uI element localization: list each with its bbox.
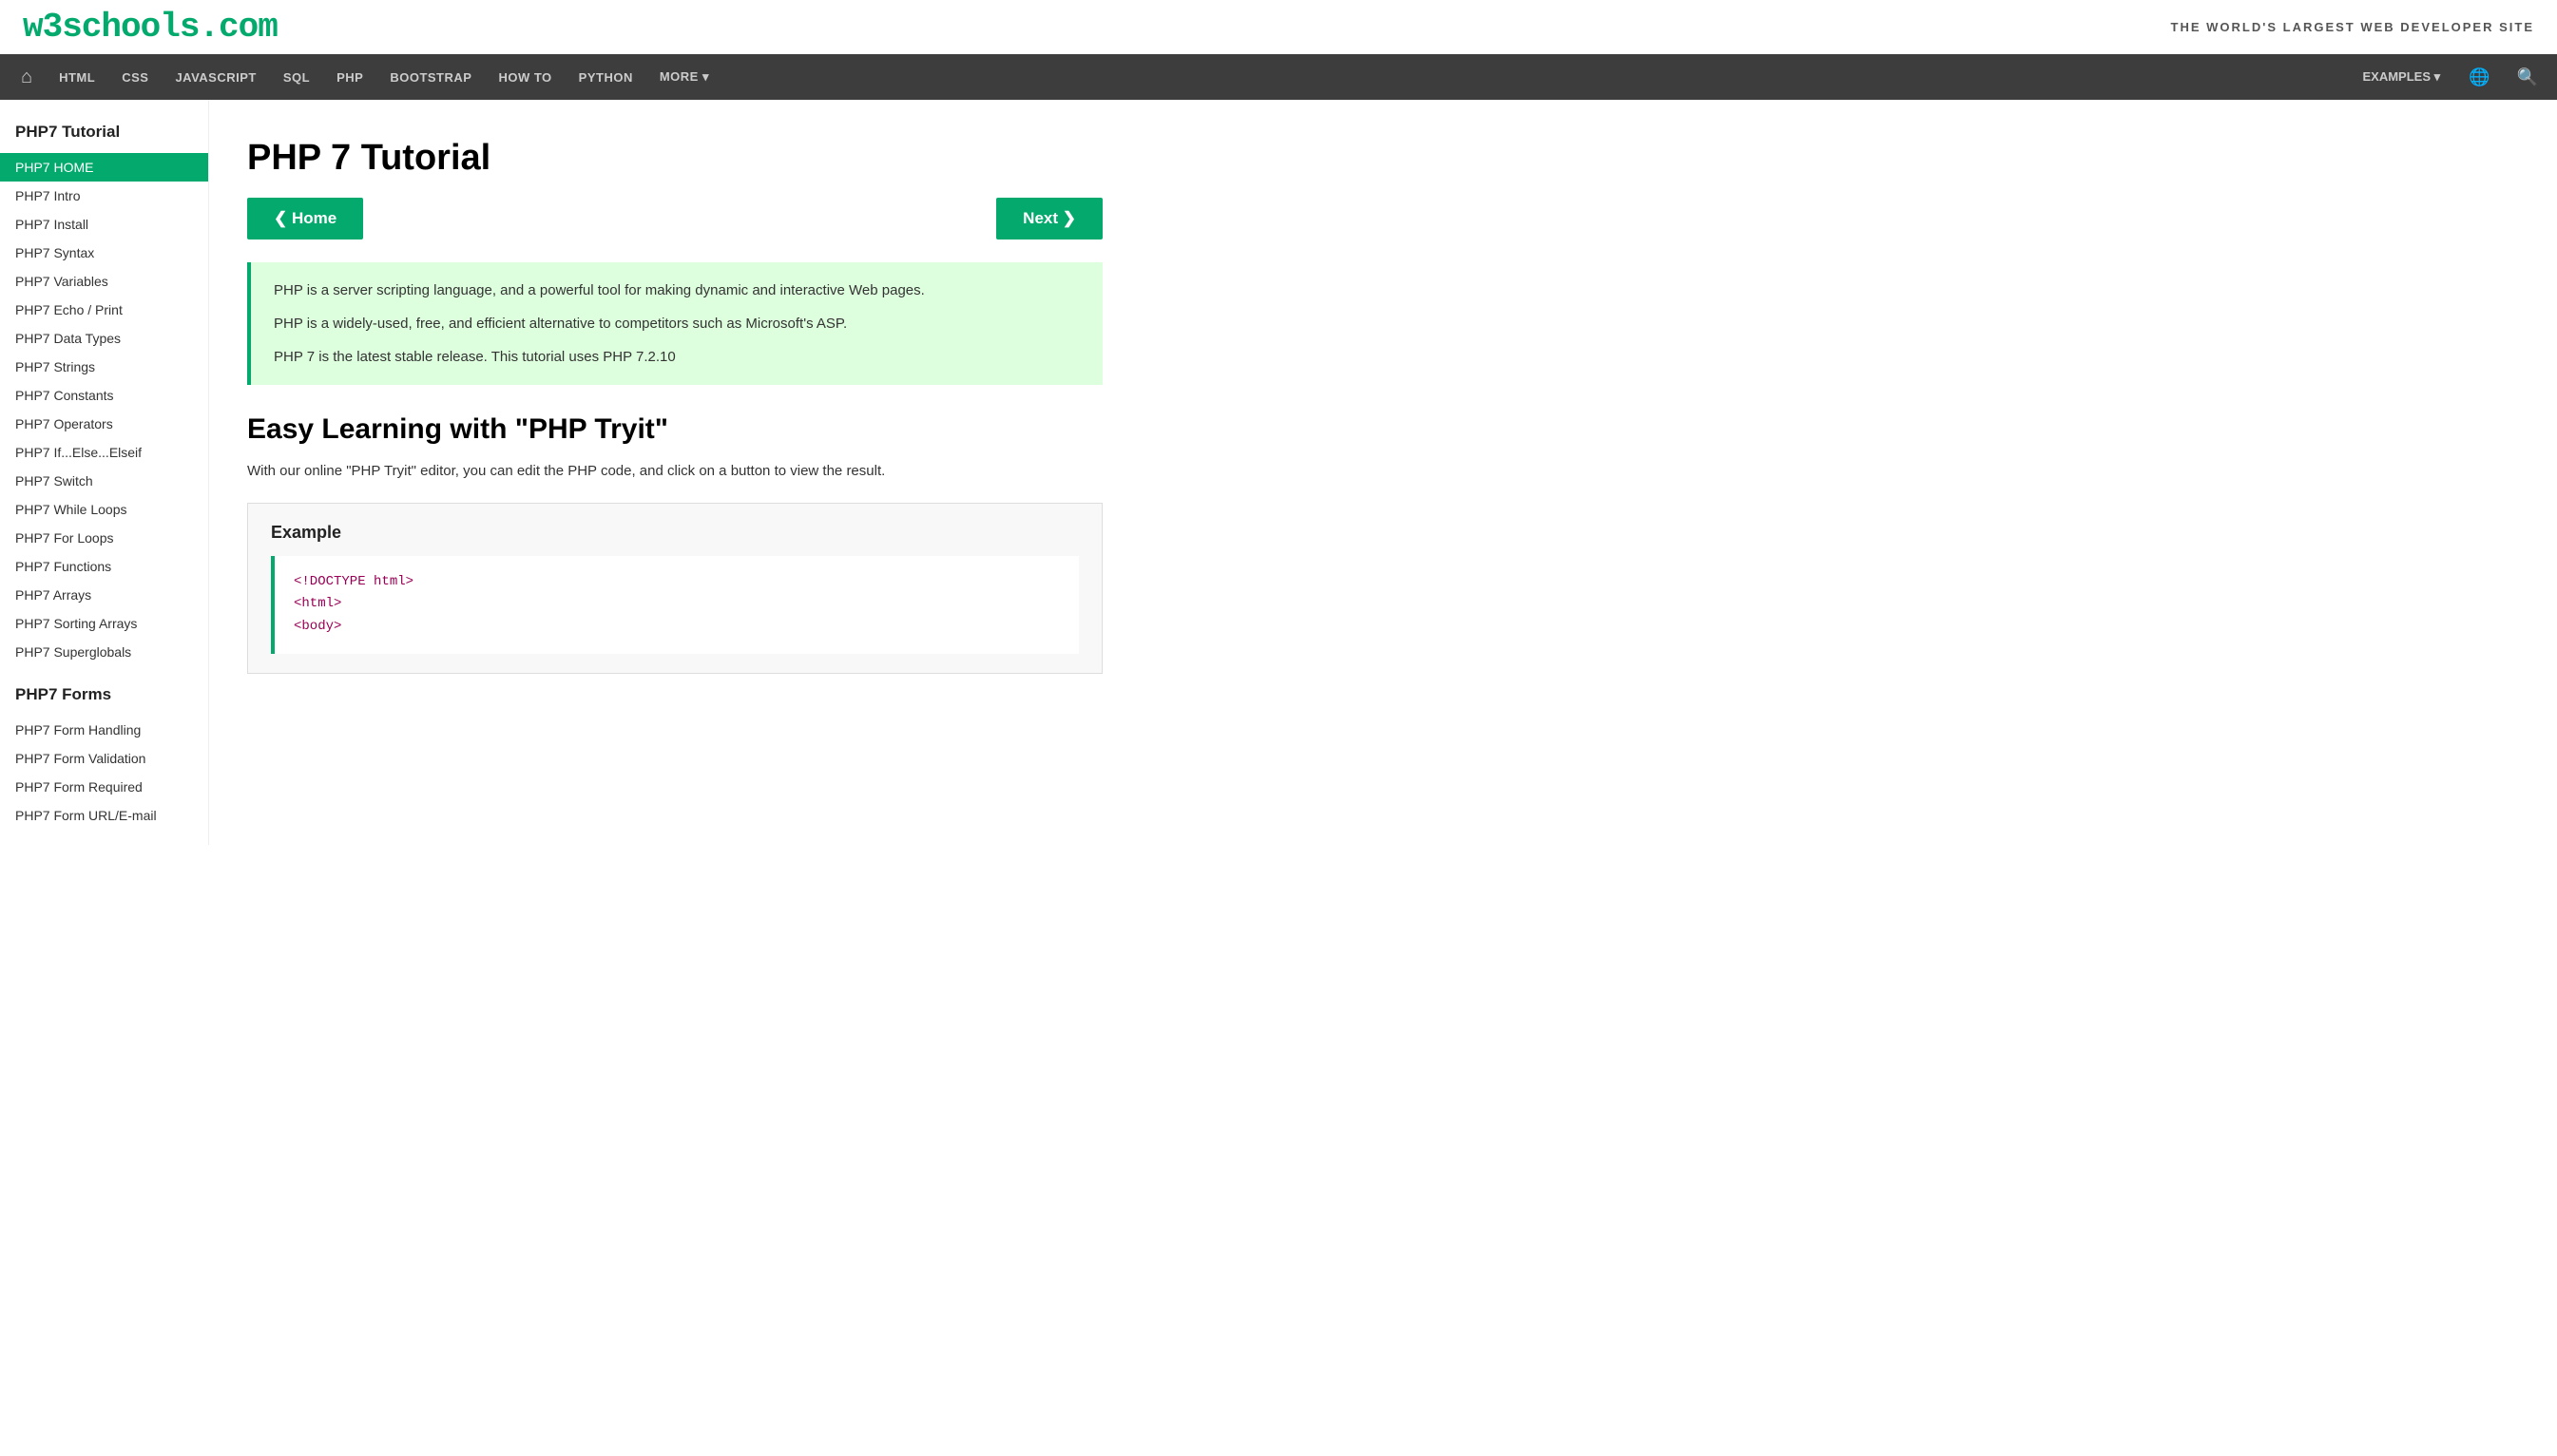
code-block: <!DOCTYPE html> <html> <body> [271, 556, 1079, 654]
nav-item-more[interactable]: MORE ▾ [646, 54, 722, 100]
globe-icon[interactable]: 🌐 [2457, 67, 2501, 87]
sidebar-item-php7datatypes[interactable]: PHP7 Data Types [0, 324, 208, 353]
sidebar-item-php7forloops[interactable]: PHP7 For Loops [0, 524, 208, 552]
main-content: PHP 7 Tutorial ❮ Home Next ❯ PHP is a se… [209, 100, 1141, 845]
sidebar-item-php7arrays[interactable]: PHP7 Arrays [0, 581, 208, 609]
sidebar-item-php7home[interactable]: PHP7 HOME [0, 153, 208, 182]
nav-item-javascript[interactable]: JAVASCRIPT [162, 54, 269, 100]
nav-bar: ⌂ HTML CSS JAVASCRIPT SQL PHP BOOTSTRAP … [0, 54, 2557, 100]
nav-item-bootstrap[interactable]: BOOTSTRAP [376, 54, 485, 100]
nav-item-python[interactable]: PYTHON [566, 54, 646, 100]
page-title: PHP 7 Tutorial [247, 138, 1103, 179]
nav-home-icon[interactable]: ⌂ [8, 67, 46, 88]
sidebar-section-php7forms: PHP7 Forms [0, 678, 208, 716]
search-icon[interactable]: 🔍 [2506, 67, 2549, 87]
sidebar-item-php7syntax[interactable]: PHP7 Syntax [0, 239, 208, 267]
nav-item-sql[interactable]: SQL [270, 54, 323, 100]
sidebar-item-php7constants[interactable]: PHP7 Constants [0, 381, 208, 410]
sidebar-item-php7superglobals[interactable]: PHP7 Superglobals [0, 638, 208, 666]
section-heading: Easy Learning with "PHP Tryit" [247, 413, 1103, 446]
sidebar-item-php7install[interactable]: PHP7 Install [0, 210, 208, 239]
sidebar-section-php7-tutorial: PHP7 Tutorial [0, 115, 208, 153]
sidebar-item-php7intro[interactable]: PHP7 Intro [0, 182, 208, 210]
section-text: With our online "PHP Tryit" editor, you … [247, 459, 1103, 484]
sidebar-item-php7sortingarrays[interactable]: PHP7 Sorting Arrays [0, 609, 208, 638]
sidebar-item-php7formrequired[interactable]: PHP7 Form Required [0, 773, 208, 801]
code-line-1: <!DOCTYPE html> [294, 571, 1060, 594]
sidebar-item-php7formurl[interactable]: PHP7 Form URL/E-mail [0, 801, 208, 830]
example-label: Example [271, 523, 1079, 543]
home-button[interactable]: ❮ Home [247, 198, 363, 239]
sidebar-item-php7strings[interactable]: PHP7 Strings [0, 353, 208, 381]
example-box: Example <!DOCTYPE html> <html> <body> [247, 503, 1103, 674]
code-line-2: <html> [294, 593, 1060, 616]
info-line-1: PHP is a server scripting language, and … [274, 278, 1080, 303]
sidebar-item-php7echo[interactable]: PHP7 Echo / Print [0, 296, 208, 324]
sidebar: PHP7 Tutorial PHP7 HOME PHP7 Intro PHP7 … [0, 100, 209, 845]
info-line-2: PHP is a widely-used, free, and efficien… [274, 311, 1080, 336]
sidebar-item-php7ifelse[interactable]: PHP7 If...Else...Elseif [0, 438, 208, 467]
code-line-3: <body> [294, 616, 1060, 639]
nav-buttons: ❮ Home Next ❯ [247, 198, 1103, 239]
sidebar-item-php7operators[interactable]: PHP7 Operators [0, 410, 208, 438]
nav-item-html[interactable]: HTML [46, 54, 108, 100]
sidebar-item-php7switch[interactable]: PHP7 Switch [0, 467, 208, 495]
brand-tagline: THE WORLD'S LARGEST WEB DEVELOPER SITE [2171, 20, 2534, 34]
nav-examples[interactable]: EXAMPLES ▾ [2350, 69, 2454, 85]
info-line-3: PHP 7 is the latest stable release. This… [274, 344, 1080, 370]
site-logo[interactable]: w3schools.com [23, 8, 278, 47]
nav-item-howto[interactable]: HOW TO [485, 54, 565, 100]
sidebar-item-php7whileloops[interactable]: PHP7 While Loops [0, 495, 208, 524]
next-button[interactable]: Next ❯ [996, 198, 1103, 239]
sidebar-item-php7formhandling[interactable]: PHP7 Form Handling [0, 716, 208, 744]
info-box: PHP is a server scripting language, and … [247, 262, 1103, 385]
sidebar-item-php7variables[interactable]: PHP7 Variables [0, 267, 208, 296]
nav-item-css[interactable]: CSS [108, 54, 162, 100]
sidebar-item-php7functions[interactable]: PHP7 Functions [0, 552, 208, 581]
sidebar-item-php7formvalidation[interactable]: PHP7 Form Validation [0, 744, 208, 773]
nav-item-php[interactable]: PHP [323, 54, 376, 100]
